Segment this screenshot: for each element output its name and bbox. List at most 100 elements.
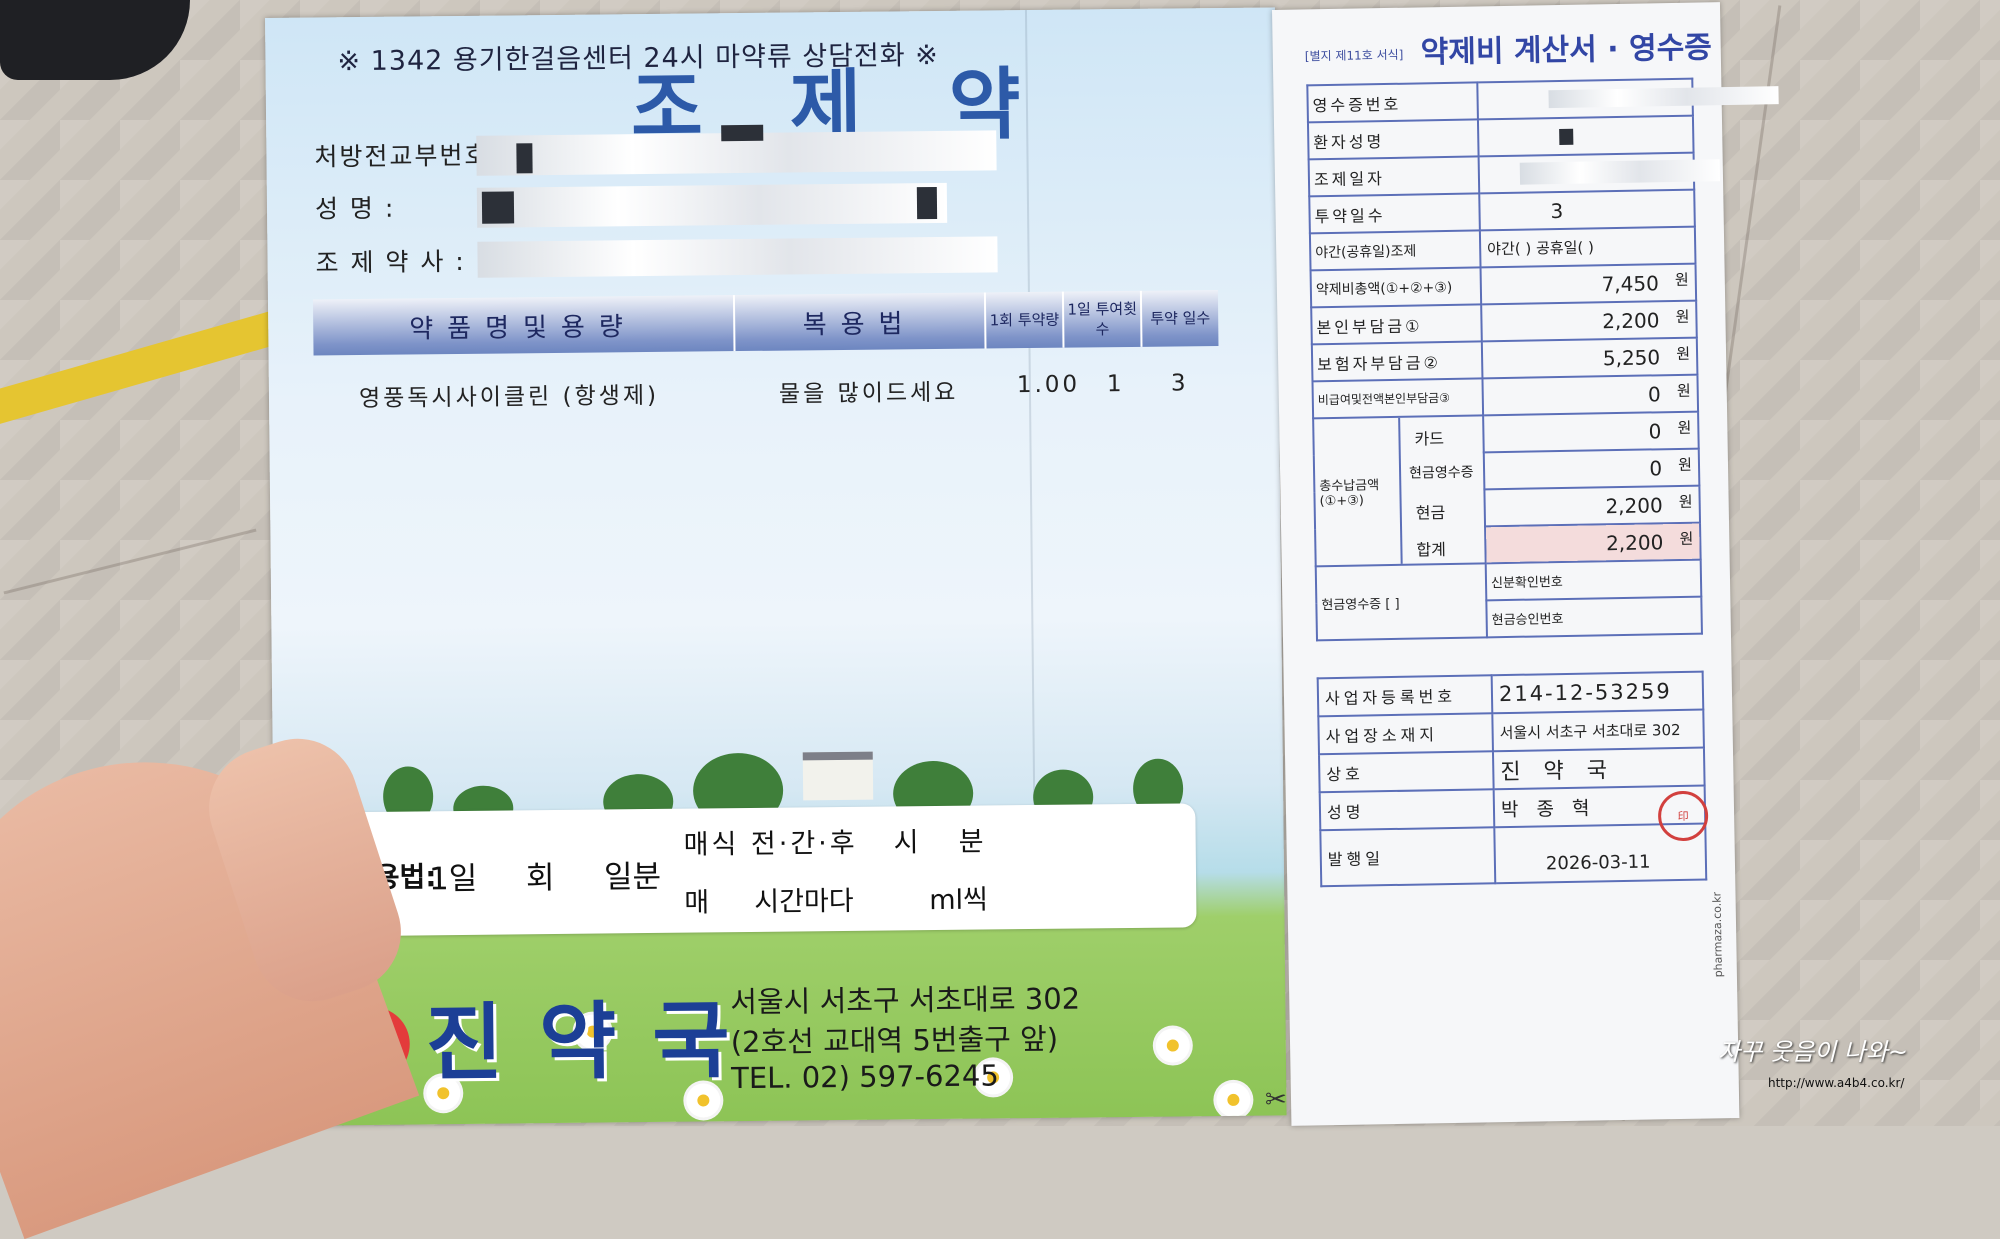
receipt-form-number: [별지 제11호 서식] [1304,47,1404,64]
receipt-table: 영수증번호 환자성명 조제일자 투약일수 3 야간(공휴일)조제 야간( ) 공휴일… [1306,78,1779,642]
receipt-value: 7,450 원 [1480,263,1697,305]
receipt-value: 현금 2,200 원 [1416,485,1701,527]
receipt-value: 0원 [1482,374,1699,416]
receipt-value: 카드 0 원 [1414,411,1699,453]
receipt-value: 5,250 원 [1481,337,1698,379]
redaction-block [481,191,515,224]
drug-dose: 1.00 [1016,371,1081,399]
prescription-envelope: ※ 1342 용기한걸음센터 24시 마약류 상담전화 ※ 조 제 약 처방전교… [265,7,1287,1126]
receipt-value: 합계 2,200 원 [1416,522,1701,564]
usage-instructions-box: 복용법: 1일 회 일분 매식 전·간·후 시 분 매 시간마다 ml씩 [333,803,1197,937]
side-url: pharmaza.co.kr [1710,891,1725,978]
won-unit: 원 [1676,381,1691,400]
pharmacy-tel: TEL. 02) 597-6245 [730,1058,999,1096]
receipt-label: 현금 [1415,503,1446,523]
business-info-table: 사업자등록번호 214-12-53259 사업장소재지 서울시 서초구 서초대로 3… [1317,671,1708,888]
drug-times: 1 [1106,371,1125,398]
drug-name: 영풍독시사이클린 (항생제) [358,382,660,413]
won-unit: 원 [1678,455,1693,474]
pharmacy-address: 서울시 서초구 서초대로 302 [730,981,1081,1020]
usage-portion: 일분 [603,858,662,896]
receipt-label: 야간(공휴일)조제 [1309,230,1481,271]
usage-interval: 시간마다 [754,885,854,918]
daisy-flower [1216,1082,1251,1118]
usage-every: 매 [684,887,710,919]
business-label: 성명 [1319,789,1495,831]
cash-receipt-amount: 0 [1649,455,1663,480]
cash-amount: 2,200 [1605,492,1663,518]
redaction-block [721,124,764,142]
usage-hour: 시 [893,827,919,859]
receipt-label: 카드 [1414,429,1445,449]
usage-meal: 매식 전·간·후 [683,827,858,861]
pharmacy-address-detail: (2호선 교대역 5번출구 앞) [730,1021,1059,1060]
won-unit: 원 [1678,492,1693,511]
receipt-label: 환자성명 [1307,119,1479,160]
scissors-icon: ✂ [1265,1085,1287,1115]
receipt-label: 조제일자 [1308,156,1480,197]
receipt-label: 영수증번호 [1307,82,1478,123]
redaction-block [516,143,533,174]
won-unit: 원 [1675,307,1690,327]
business-number: 214-12-53259 [1491,671,1704,714]
receipt-label: 투약일수 [1309,193,1480,234]
receipt-label: 합계 [1416,540,1447,560]
won-unit: 원 [1677,418,1692,437]
total-group-label: 총수납금액 (①+③) [1314,417,1403,566]
receipt-label: 현금승인번호 [1486,596,1702,638]
receipt-value [1477,115,1694,157]
receipt-value: 야간( ) 공휴일( ) [1479,226,1696,268]
header-method: 복용법 [734,292,987,352]
receipt-title: 약제비 계산서 · 영수증 [1420,30,1713,71]
patient-share: 2,200 [1601,307,1660,333]
card-amount: 0 [1648,418,1662,443]
drug-table-header: 약품명및용량 복용법 1회 투약량 1일 투여횟수 투약 일수 [312,290,1219,356]
pharmacy-name: 진약국 [425,990,767,1093]
total-group-cell: 총수납금액 (①+③) [1313,415,1486,567]
header-days: 투약 일수 [1150,309,1211,328]
pharmacist-label: 조 제 약 사 : [315,246,466,278]
watermark-text: 자꾸 웃음이 나와~ [1718,1038,1908,1066]
receipt-label: 신분확인번호 [1485,559,1702,601]
header-times: 1일 투여횟수 [1064,290,1143,348]
daisy-flower [1155,1028,1190,1063]
receipt-label: 본인부담금① [1311,304,1482,345]
total-amount: 7,450 [1601,270,1660,296]
receipt-label: 보험자부담금② [1311,341,1483,382]
sum-amount: 2,200 [1605,529,1664,555]
receipt-value: 2,200 원 [1481,300,1697,342]
usage-ml: ml씩 [929,884,989,917]
drug-days: 3 [1170,370,1189,397]
usage-minute: 분 [958,826,984,858]
redacted-pharmacist [477,236,998,278]
usage-day: 1일 [428,860,478,898]
receipt-label: 현금영수증 [1408,464,1474,482]
non-covered: 0 [1647,381,1661,406]
receipt-value [1477,78,1779,120]
business-label: 사업장소재지 [1318,713,1493,755]
drug-method: 물을 많이드세요 [778,379,959,408]
business-address: 서울시 서초구 서초대로 302 [1492,709,1704,752]
business-label: 사업자등록번호 [1317,675,1493,717]
won-unit: 원 [1674,270,1689,290]
redaction-block [916,186,938,220]
business-label: 발행일 [1320,827,1496,887]
header-dose: 1회 투약량 [986,291,1065,349]
won-unit: 원 [1679,529,1694,548]
receipt-value [1478,152,1721,194]
house-illustration [802,751,874,801]
receipt-label: 약제비총액(①+②+③) [1310,267,1482,308]
won-unit: 원 [1676,344,1691,363]
insurer-share: 5,250 [1602,344,1661,370]
business-trade-name: 진 약 국 [1492,747,1705,790]
business-label: 상호 [1318,751,1494,793]
redacted-name [476,182,948,228]
receipt: [별지 제11호 서식] 약제비 계산서 · 영수증 영수증번호 환자성명 조제… [1272,2,1779,1126]
usage-times: 회 [525,860,555,897]
receipt-value: 3 [1479,189,1695,231]
name-label: 성 명 : [314,193,396,224]
header-drug: 약품명및용량 [312,295,736,356]
cash-receipt-group: 현금영수증 [ ] [1315,563,1487,641]
receipt-label: 비급여및전액본인부담금③ [1312,378,1484,419]
watermark-url: http://www.a4b4.co.kr/ [1768,1076,1905,1090]
